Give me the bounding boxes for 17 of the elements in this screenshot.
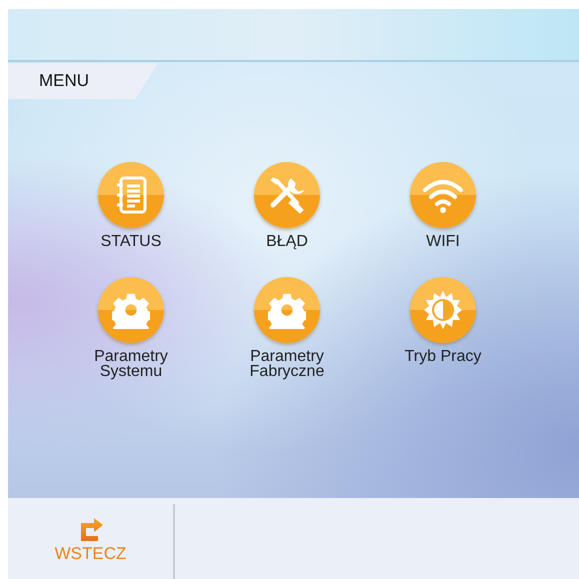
brightness-icon	[423, 290, 463, 330]
menu-label: Tryb Pracy	[404, 349, 482, 364]
menu-label: BŁĄD	[266, 234, 308, 249]
notebook-icon	[114, 176, 148, 214]
back-button[interactable]: WSTECZ	[8, 504, 175, 579]
menu-button[interactable]	[254, 162, 320, 228]
menu-label: WIFI	[426, 234, 460, 249]
gear-icon	[112, 291, 150, 329]
menu-button[interactable]	[410, 277, 476, 343]
menu-button[interactable]	[410, 162, 476, 228]
gear-icon	[268, 291, 306, 329]
menu-button[interactable]	[98, 277, 164, 343]
menu-button[interactable]	[98, 162, 164, 228]
menu-label: STATUS	[100, 234, 162, 249]
menu-button[interactable]	[254, 277, 320, 343]
menu-label: Parametry Fabryczne	[250, 349, 324, 379]
menu-label: Parametry Systemu	[94, 349, 168, 379]
